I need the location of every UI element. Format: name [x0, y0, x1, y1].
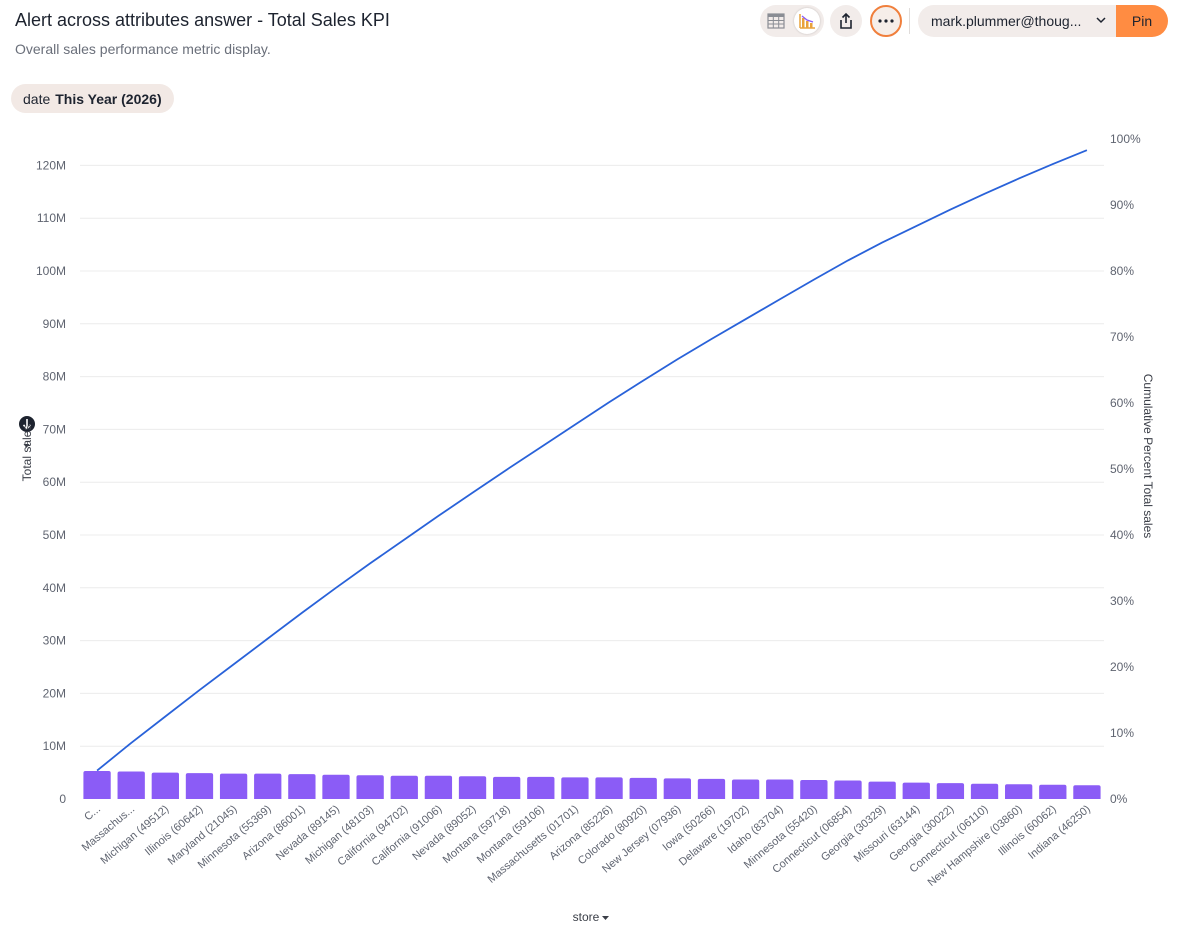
- y-axis-title-button[interactable]: Total sales: [20, 425, 34, 482]
- bar[interactable]: [629, 777, 657, 799]
- y-axis-left-ticks: 0 10M 20M 30M 40M 50M 60M 70M 80M 90M 100M 110M 120M: [36, 158, 66, 806]
- bar[interactable]: [322, 774, 350, 799]
- y-tick-label: 20M: [43, 686, 66, 700]
- x-axis-title-button[interactable]: store: [573, 910, 609, 924]
- bar[interactable]: [527, 776, 555, 799]
- bar[interactable]: [83, 771, 111, 799]
- y-tick-label: 100M: [36, 264, 66, 278]
- y2-tick-label: 10%: [1110, 726, 1134, 740]
- x-tick-label: C...: [82, 803, 103, 823]
- bar[interactable]: [936, 783, 965, 799]
- bar[interactable]: [1005, 784, 1033, 799]
- bar[interactable]: [561, 777, 589, 799]
- bar[interactable]: [288, 774, 316, 799]
- y2-axis-title-group: Cumulative Percent Total sales: [1141, 374, 1155, 539]
- bar[interactable]: [731, 779, 760, 799]
- y2-tick-label: 80%: [1110, 264, 1134, 278]
- y-tick-label: 80M: [43, 370, 66, 384]
- bar[interactable]: [868, 781, 896, 799]
- y2-tick-label: 60%: [1110, 396, 1134, 410]
- pareto-chart: 0 10M 20M 30M 40M 50M 60M 70M 80M 90M 100M 110M 120M…: [19, 132, 1155, 924]
- bar[interactable]: [151, 772, 179, 799]
- bar[interactable]: [902, 782, 930, 799]
- y-axis-right-ticks: 0% 10% 20% 30% 40% 50% 60% 70% 80% 90% 100%: [1110, 132, 1141, 806]
- y2-tick-label: 90%: [1110, 198, 1134, 212]
- y-tick-label: 10M: [43, 739, 66, 753]
- y2-tick-label: 50%: [1110, 462, 1134, 476]
- y2-axis-title: Cumulative Percent Total sales: [1141, 374, 1155, 539]
- y-tick-label: 110M: [37, 211, 66, 225]
- bar[interactable]: [254, 773, 282, 799]
- y2-tick-label: 40%: [1110, 528, 1134, 542]
- bar[interactable]: [117, 771, 145, 799]
- bar-series: [83, 771, 1101, 799]
- bar[interactable]: [356, 775, 384, 799]
- y-tick-label: 70M: [43, 422, 66, 436]
- cumulative-line: [96, 149, 1088, 772]
- bar[interactable]: [390, 775, 418, 799]
- y-axis-title: Total sales: [20, 425, 34, 482]
- grid-lines: [80, 164, 1104, 747]
- y-tick-label: 30M: [43, 634, 66, 648]
- x-axis-title: store: [573, 910, 600, 924]
- bar[interactable]: [970, 783, 999, 799]
- x-axis-dropdown-caret-icon: [602, 916, 609, 920]
- bar[interactable]: [834, 780, 862, 799]
- y-tick-label: 90M: [43, 317, 66, 331]
- y-tick-label: 40M: [43, 581, 66, 595]
- bar[interactable]: [219, 773, 248, 799]
- y-tick-label: 50M: [43, 528, 66, 542]
- y2-tick-label: 70%: [1110, 330, 1134, 344]
- bar[interactable]: [697, 778, 726, 799]
- x-axis-category-labels: C...Massachus...Michigan (49512)Illinois…: [80, 803, 1093, 889]
- bar[interactable]: [595, 777, 623, 799]
- y2-tick-label: 100%: [1110, 132, 1141, 146]
- bar[interactable]: [1073, 785, 1101, 799]
- bar[interactable]: [185, 773, 214, 799]
- y-tick-label: 60M: [43, 475, 66, 489]
- y-tick-label: 0: [59, 792, 66, 806]
- x-tick-label: Indiana (46250): [1026, 803, 1093, 862]
- y2-tick-label: 30%: [1110, 594, 1134, 608]
- bar[interactable]: [1039, 784, 1067, 799]
- bar[interactable]: [800, 779, 828, 799]
- bar[interactable]: [766, 779, 794, 799]
- bar[interactable]: [424, 775, 453, 799]
- y2-tick-label: 0%: [1110, 792, 1128, 806]
- y-tick-label: 120M: [36, 158, 66, 172]
- bar[interactable]: [663, 778, 691, 799]
- y2-tick-label: 20%: [1110, 660, 1134, 674]
- bar[interactable]: [493, 776, 521, 799]
- bar[interactable]: [458, 776, 487, 799]
